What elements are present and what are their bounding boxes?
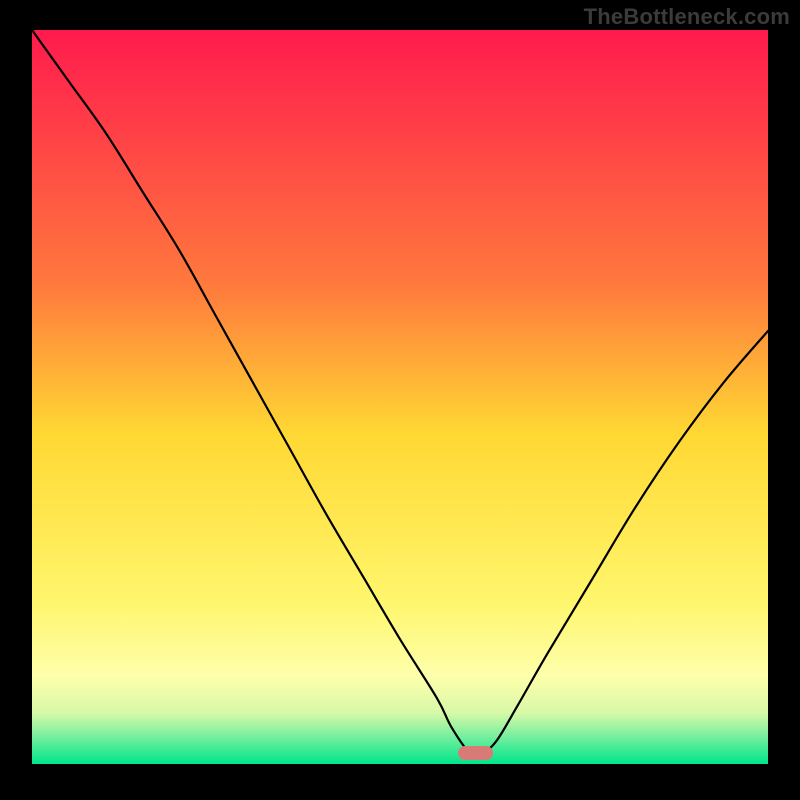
bottleneck-curve-path [32, 30, 768, 756]
bottleneck-curve [32, 30, 768, 764]
chart-frame: TheBottleneck.com [0, 0, 800, 800]
plot-area [32, 30, 768, 764]
watermark-text: TheBottleneck.com [584, 4, 790, 30]
minimum-marker [458, 746, 493, 760]
